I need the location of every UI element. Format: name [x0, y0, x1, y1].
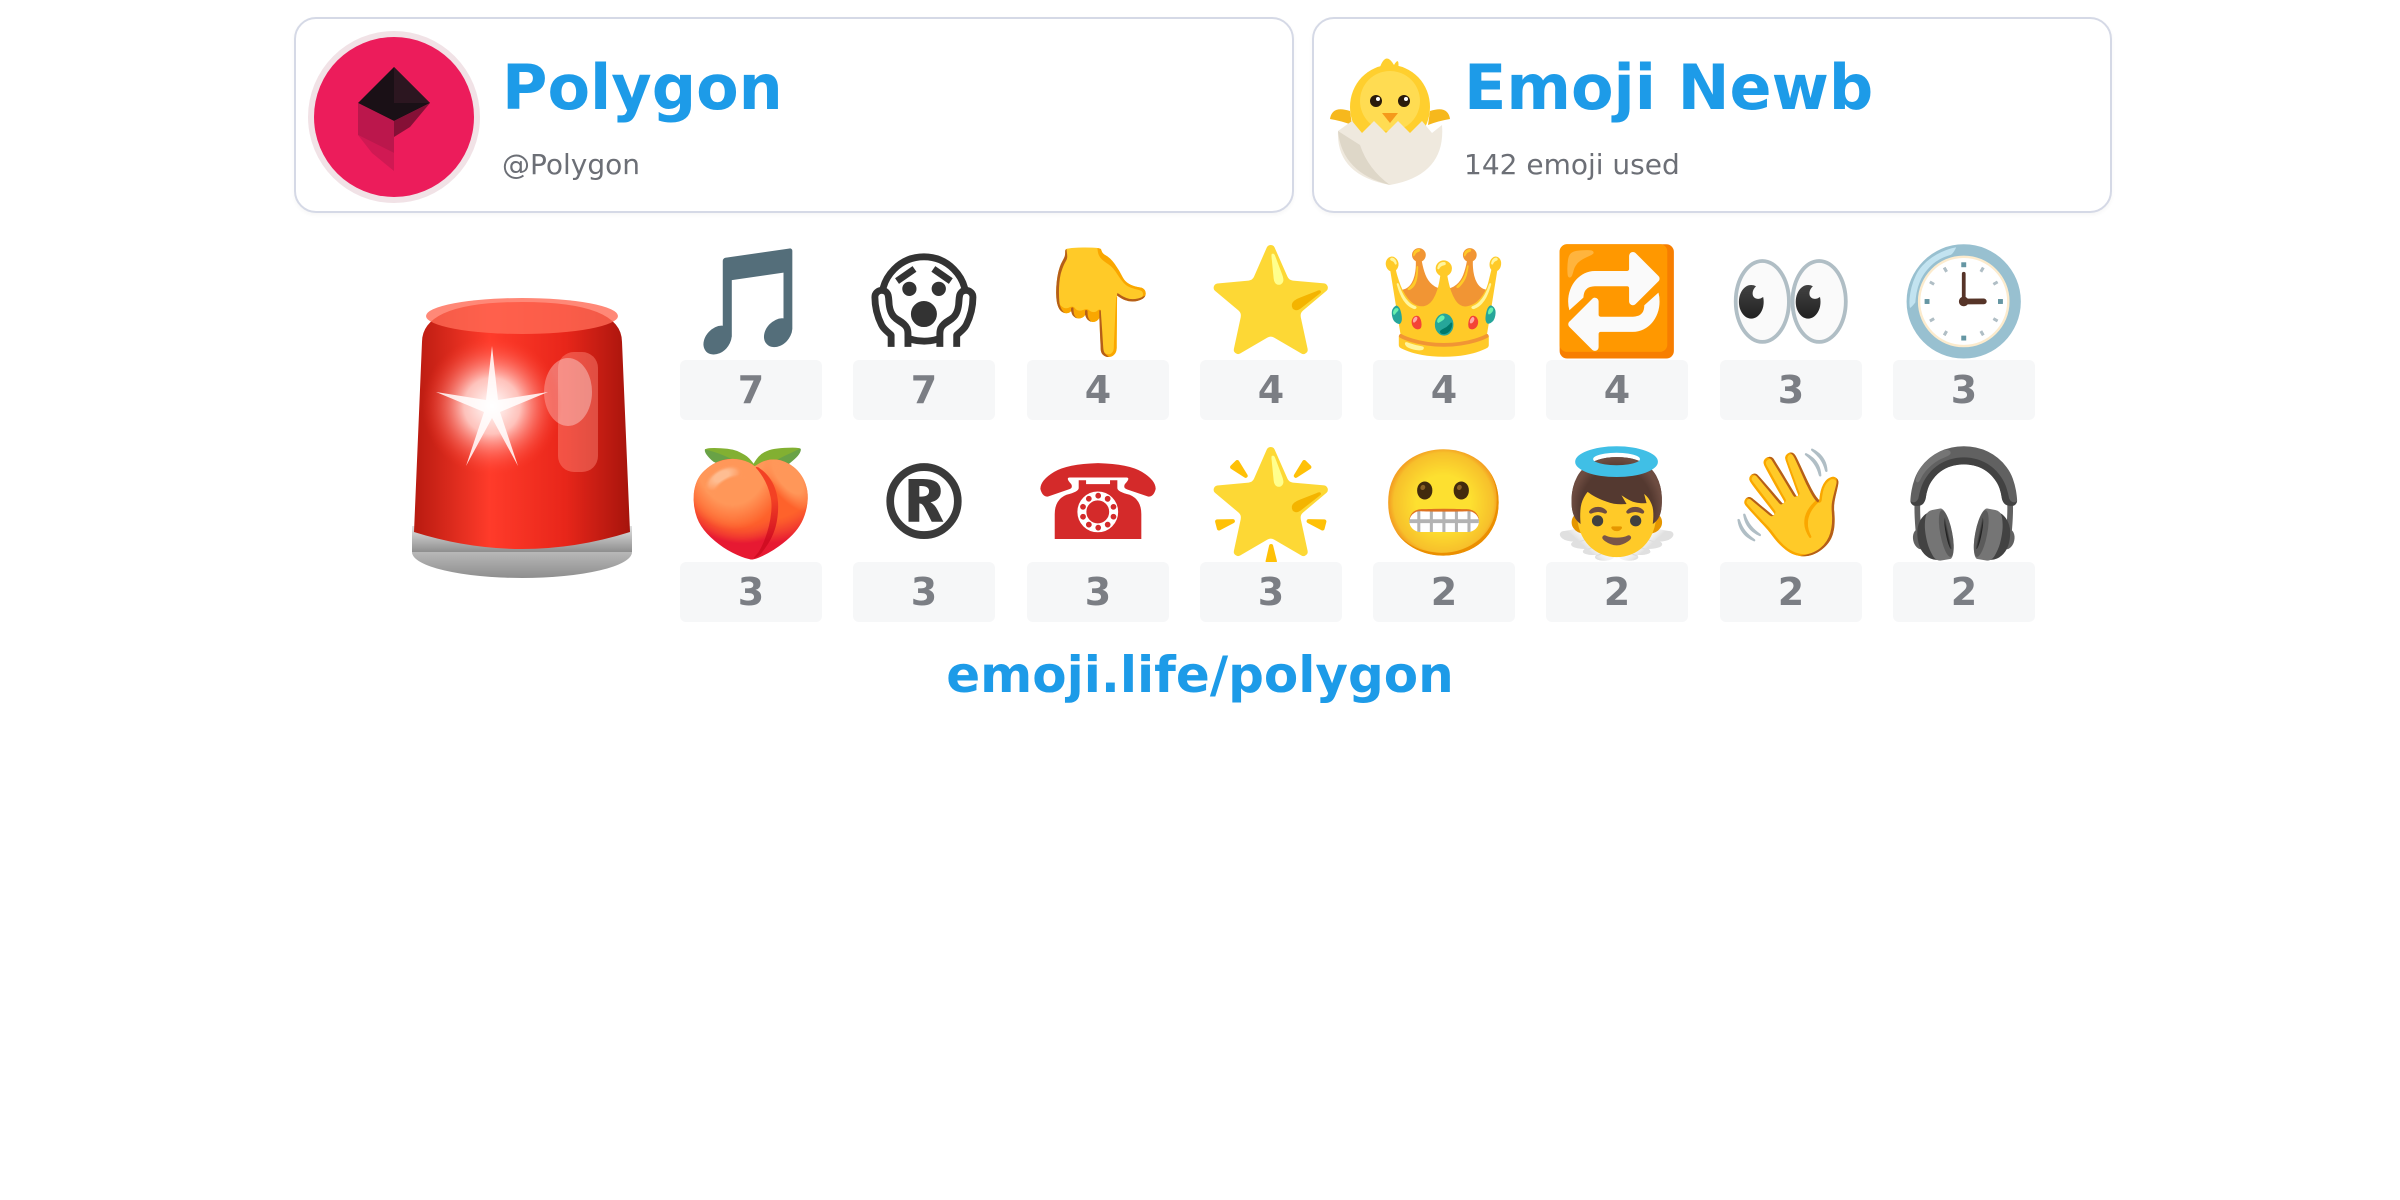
emoji-cell[interactable]: 🎧 2: [1893, 438, 2035, 636]
backhand-index-pointing-down-icon: 👇: [1033, 240, 1163, 362]
emoji-cell[interactable]: ☎ 3: [1027, 438, 1169, 636]
emoji-cell[interactable]: 👇 4: [1027, 236, 1169, 434]
profile-handle: @Polygon: [502, 148, 641, 181]
emoji-count: 4: [1546, 360, 1688, 420]
emoji-cell[interactable]: 🌟 3: [1200, 438, 1342, 636]
emoji-cell[interactable]: 😱 7: [853, 236, 995, 434]
emoji-count: 7: [853, 360, 995, 420]
telephone-icon: ☎: [1033, 442, 1163, 564]
emoji-count: 2: [1893, 562, 2035, 622]
emoji-cell[interactable]: 👋 2: [1720, 438, 1862, 636]
rank-card: Emoji Newb 142 emoji used: [1312, 17, 2112, 213]
emoji-cell[interactable]: 👼 2: [1546, 438, 1688, 636]
face-screaming-in-fear-icon: 😱: [869, 240, 979, 362]
eyes-icon: 👀: [1726, 240, 1856, 362]
waving-hand-icon: 👋: [1726, 442, 1856, 564]
avatar[interactable]: [314, 37, 474, 197]
emoji-count: 3: [680, 562, 822, 622]
profile-card[interactable]: Polygon @Polygon: [294, 17, 1294, 213]
emoji-count: 2: [1373, 562, 1515, 622]
hatching-chick-icon: [1330, 58, 1450, 185]
emoji-cell[interactable]: 🍑 3: [680, 438, 822, 636]
emoji-cell[interactable]: ® 3: [853, 438, 995, 636]
headphone-icon: 🎧: [1899, 442, 2029, 564]
grimacing-face-icon: 😬: [1379, 442, 1509, 564]
baby-angel-icon: 👼: [1552, 442, 1682, 564]
emoji-count: 4: [1027, 360, 1169, 420]
emoji-count: 7: [680, 360, 822, 420]
emoji-count: 3: [1893, 360, 2035, 420]
emoji-count: 3: [853, 562, 995, 622]
rank-title: Emoji Newb: [1464, 51, 1874, 124]
crown-icon: 👑: [1379, 240, 1509, 362]
emoji-cell[interactable]: 👀 3: [1720, 236, 1862, 434]
emoji-cell[interactable]: 😬 2: [1373, 438, 1515, 636]
profile-name[interactable]: Polygon: [502, 57, 783, 119]
glowing-star-icon: 🌟: [1206, 442, 1336, 564]
emoji-life-page: Polygon @Polygon Emoji Newb 142 emoji us…: [0, 0, 2400, 1200]
three-oclock-icon: 🕒: [1899, 240, 2029, 362]
emoji-count: 4: [1373, 360, 1515, 420]
emoji-cell[interactable]: ⭐ 4: [1200, 236, 1342, 434]
emoji-count: 3: [1027, 562, 1169, 622]
emoji-count: 3: [1720, 360, 1862, 420]
emoji-count: 4: [1200, 360, 1342, 420]
profile-link[interactable]: emoji.life/polygon: [0, 650, 2400, 700]
emoji-cell[interactable]: 🕒 3: [1893, 236, 2035, 434]
musical-note-icon: 🎵: [686, 240, 816, 362]
polygon-logo-icon: [358, 67, 430, 171]
police-car-light-icon: [412, 298, 632, 578]
repeat-button-icon: 🔁: [1552, 240, 1682, 362]
emoji-count: 2: [1546, 562, 1688, 622]
emoji-cell[interactable]: 🔁 4: [1546, 236, 1688, 434]
emoji-count: 3: [1200, 562, 1342, 622]
emoji-used-count: 142 emoji used: [1464, 148, 1680, 181]
star-icon: ⭐: [1206, 240, 1336, 362]
emoji-cell[interactable]: 🎵 7: [680, 236, 822, 434]
emoji-count: 2: [1720, 562, 1862, 622]
peach-icon: 🍑: [686, 442, 816, 564]
registered-icon: ®: [872, 442, 976, 564]
emoji-cell[interactable]: 👑 4: [1373, 236, 1515, 434]
